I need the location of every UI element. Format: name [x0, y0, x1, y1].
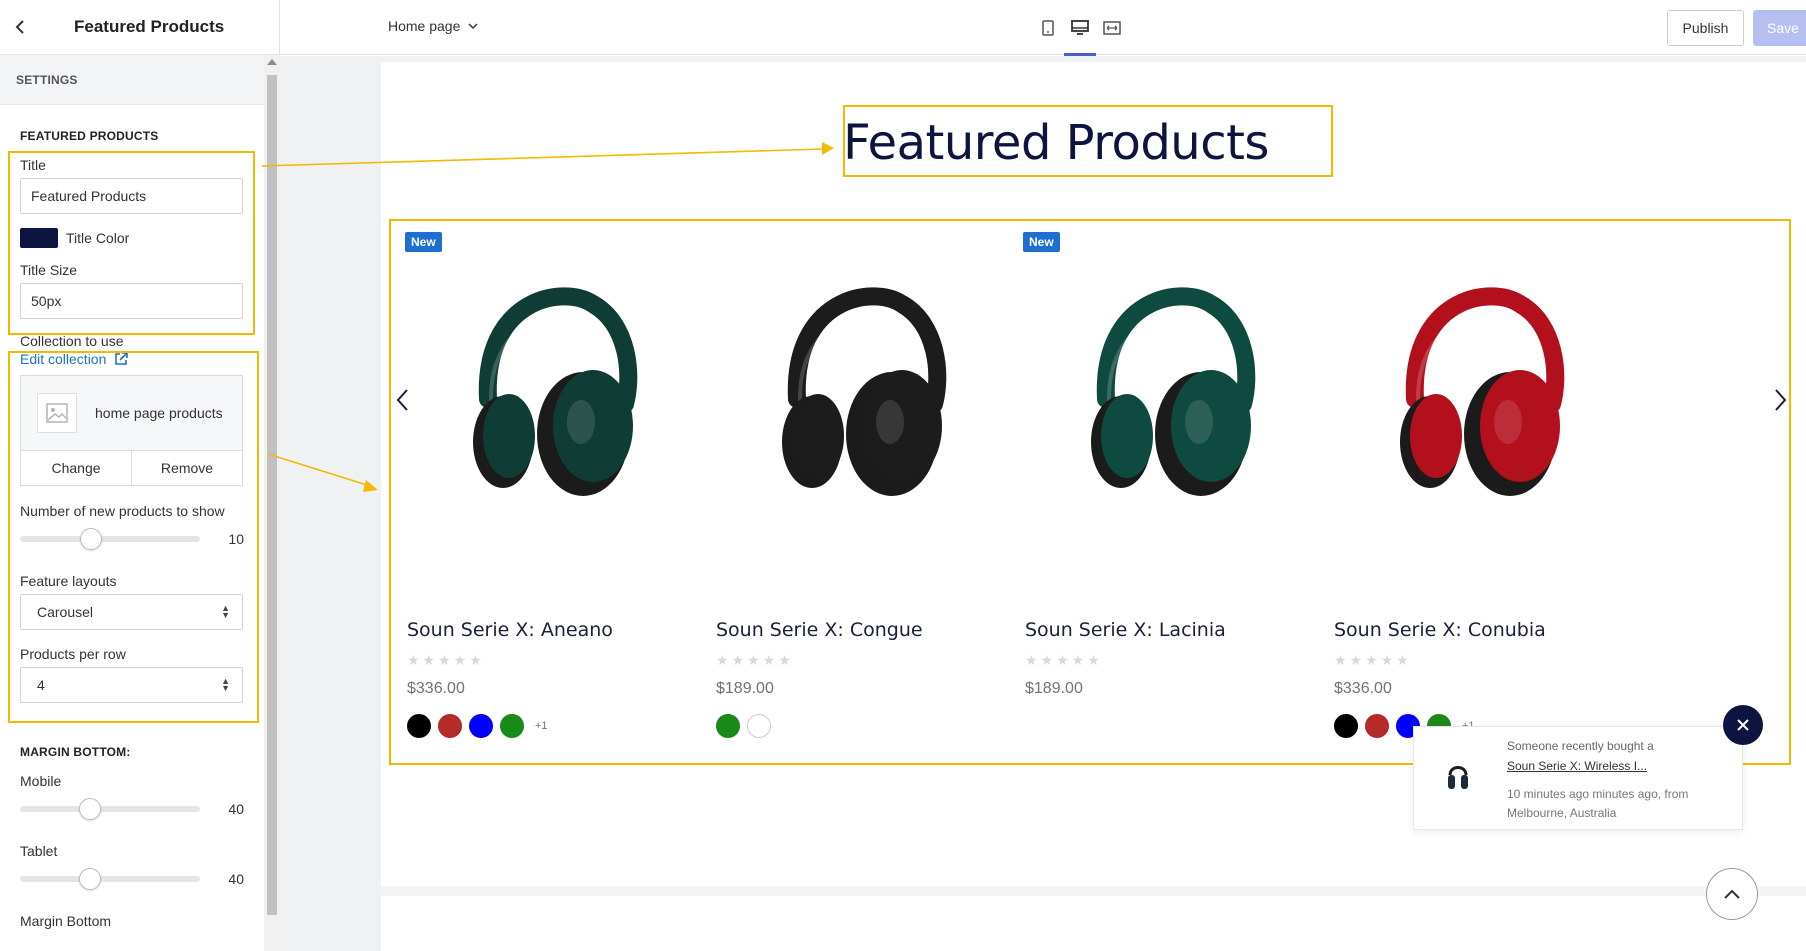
slider-thumb[interactable] [79, 868, 101, 890]
slider-thumb[interactable] [79, 798, 101, 820]
recent-purchase-toast[interactable]: Someone recently bought a Soun Serie X: … [1413, 726, 1743, 830]
page-selector[interactable]: Home page [388, 18, 478, 34]
chevron-down-icon [468, 22, 478, 29]
mobile-value: 40 [228, 801, 244, 817]
scroll-thumb[interactable] [267, 75, 277, 915]
tablet-slider[interactable] [20, 868, 200, 890]
desktop-icon [1071, 20, 1089, 35]
tablet-value: 40 [228, 871, 244, 887]
mobile-slider-row: 40 [20, 798, 244, 820]
heading-highlight [843, 105, 1333, 177]
toast-time-location: 10 minutes ago minutes ago, from Melbour… [1507, 787, 1689, 820]
fullwidth-view-button[interactable] [1096, 14, 1128, 42]
desktop-view-button[interactable] [1064, 14, 1096, 56]
section-divider [381, 886, 1806, 896]
mobile-view-button[interactable] [1032, 14, 1064, 42]
tablet-slider-row: 40 [20, 868, 244, 890]
mobile-label: Mobile [20, 773, 62, 789]
collection-label: Collection to use [20, 333, 124, 349]
toast-intro: Someone recently bought a [1507, 739, 1654, 753]
close-icon [1737, 719, 1749, 731]
title-settings-highlight [8, 151, 255, 335]
scroll-up-arrow-icon[interactable] [267, 59, 277, 65]
toast-product-image [1446, 761, 1470, 800]
chevron-left-icon [15, 20, 24, 34]
settings-label: SETTINGS [0, 55, 279, 105]
fullwidth-icon [1103, 21, 1121, 35]
publish-button[interactable]: Publish [1667, 10, 1744, 46]
section-margin-bottom: MARGIN BOTTOM: [20, 745, 131, 759]
toast-product-link[interactable]: Soun Serie X: Wireless I... [1507, 759, 1647, 773]
section-featured-products: FEATURED PRODUCTS [20, 129, 159, 143]
sidebar-header: Featured Products [0, 0, 279, 55]
toast-close-button[interactable] [1723, 705, 1763, 745]
page-selector-label: Home page [388, 18, 461, 34]
tablet-label: Tablet [20, 843, 58, 859]
sidebar-title: Featured Products [74, 17, 225, 36]
device-switcher [1032, 14, 1128, 56]
margin-bottom-label: Margin Bottom [20, 913, 112, 929]
save-button[interactable]: Save [1753, 10, 1806, 46]
collection-settings-highlight [8, 351, 259, 723]
editor-topbar: Home page Publish Save [280, 0, 1806, 56]
sidebar-scrollbar[interactable] [264, 55, 280, 951]
back-button[interactable] [0, 0, 40, 55]
chevron-up-icon [1724, 889, 1740, 899]
back-to-top-button[interactable] [1706, 868, 1758, 920]
mobile-slider[interactable] [20, 798, 200, 820]
product-grid-highlight [389, 219, 1791, 765]
mobile-icon [1042, 20, 1054, 36]
